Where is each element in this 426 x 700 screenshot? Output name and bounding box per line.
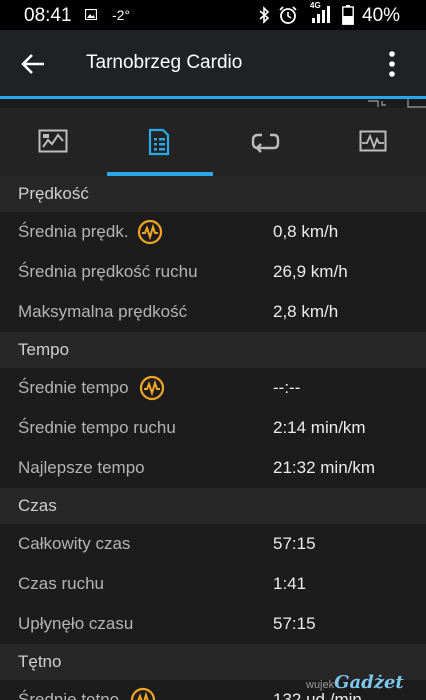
status-time: 08:41 xyxy=(24,5,72,26)
stat-row-elapsed-time[interactable]: Upłynęło czasu 57:15 xyxy=(0,604,426,644)
stat-label: Średnia prędkość ruchu xyxy=(18,262,198,281)
stat-row-total-time[interactable]: Całkowity czas 57:15 xyxy=(0,524,426,564)
stat-label: Czas ruchu xyxy=(18,574,104,593)
stat-value: 2:14 min/km xyxy=(273,418,366,437)
stat-value: 2,8 km/h xyxy=(273,302,339,321)
stat-value: 21:32 min/km xyxy=(273,458,376,477)
battery-percentage: 40% xyxy=(362,5,401,26)
tab-laps[interactable] xyxy=(212,108,318,176)
heart-rate-badge-icon xyxy=(137,219,163,245)
bluetooth-icon xyxy=(259,6,270,24)
watermark-brand: Gadżet xyxy=(334,672,404,693)
map-chart-icon xyxy=(38,129,68,153)
stat-label: Upłynęło czasu xyxy=(18,614,134,633)
laps-loop-icon xyxy=(251,133,280,153)
stat-label: Średnie tempo ruchu xyxy=(18,418,176,437)
heart-rate-badge-icon xyxy=(139,375,165,401)
page-title: Tarnobrzeg Cardio xyxy=(86,52,243,73)
battery-icon xyxy=(342,5,354,25)
stat-label: Najlepsze tempo xyxy=(18,458,145,477)
stat-value: 0,8 km/h xyxy=(273,222,339,241)
signal-strength-icon xyxy=(312,6,330,23)
more-vert-icon[interactable] xyxy=(384,50,400,78)
arrow-left-icon[interactable] xyxy=(20,52,46,76)
section-header-speed: Prędkość xyxy=(0,176,426,212)
tab-map[interactable] xyxy=(0,108,106,176)
stat-label: Średnie tempo xyxy=(18,378,129,397)
image-notification-icon xyxy=(85,9,97,20)
status-temperature: -2° xyxy=(112,7,131,23)
stat-row-moving-time[interactable]: Czas ruchu 1:41 xyxy=(0,564,426,604)
watermark: wujekGadżet xyxy=(306,672,404,693)
section-title: Tętno xyxy=(18,652,62,671)
alarm-clock-icon xyxy=(279,6,297,24)
stat-value: 57:15 xyxy=(273,534,316,553)
stat-label: Średnia prędk. xyxy=(18,222,129,241)
watermark-prefix: wujek xyxy=(306,679,335,691)
section-header-pace: Tempo xyxy=(0,332,426,368)
stat-value: 1:41 xyxy=(273,574,307,593)
stat-value: 26,9 km/h xyxy=(273,262,348,281)
stat-row-avg-pace[interactable]: Średnie tempo --:-- xyxy=(0,368,426,408)
stat-row-avg-moving-speed[interactable]: Średnia prędkość ruchu 26,9 km/h xyxy=(0,252,426,292)
stat-row-best-pace[interactable]: Najlepsze tempo 21:32 min/km xyxy=(0,448,426,488)
stat-row-avg-speed[interactable]: Średnia prędk. 0,8 km/h xyxy=(0,212,426,252)
tab-bar xyxy=(0,108,426,176)
stat-value: --:-- xyxy=(273,378,301,397)
heart-rate-badge-icon xyxy=(130,687,156,700)
status-bar: 08:41 -2° 4G 40% xyxy=(0,0,426,30)
tab-graphs[interactable] xyxy=(320,108,426,176)
header-accent-line xyxy=(0,96,426,99)
graph-icon xyxy=(359,130,387,152)
section-title: Tempo xyxy=(18,340,70,359)
stat-row-max-speed[interactable]: Maksymalna prędkość 2,8 km/h xyxy=(0,292,426,332)
section-title: Czas xyxy=(18,496,57,515)
stat-label: Maksymalna prędkość xyxy=(18,302,188,321)
app-bar: Tarnobrzeg Cardio xyxy=(0,30,426,98)
section-title: Prędkość xyxy=(18,184,89,203)
stat-label: Całkowity czas xyxy=(18,534,131,553)
tab-details[interactable] xyxy=(106,108,212,176)
stat-label: Średnie tętno xyxy=(18,690,120,700)
stat-row-avg-moving-pace[interactable]: Średnie tempo ruchu 2:14 min/km xyxy=(0,408,426,448)
details-list-icon xyxy=(148,128,170,156)
stat-value: 57:15 xyxy=(273,614,316,633)
section-header-time: Czas xyxy=(0,488,426,524)
